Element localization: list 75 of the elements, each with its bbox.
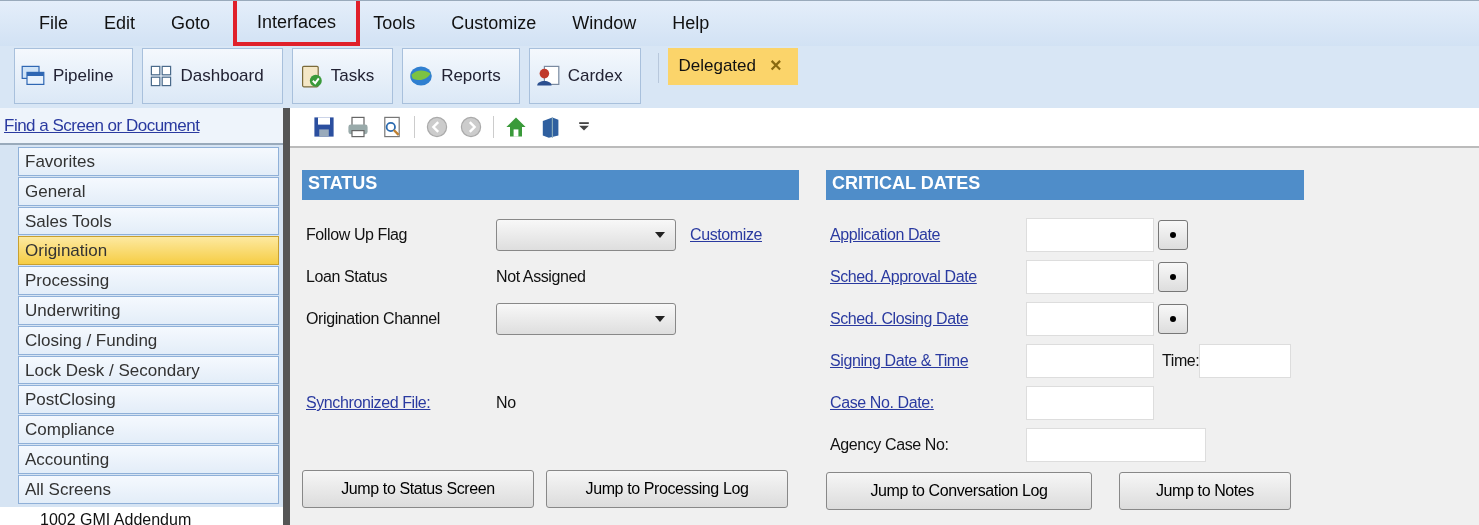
home-icon[interactable] [504,115,528,139]
sidebar-item[interactable]: Underwriting [18,296,279,325]
input-field[interactable] [1026,344,1154,378]
screen-list-item[interactable]: 1002 GMI Addendum [0,506,283,525]
date-link[interactable]: Application Date [826,226,1026,244]
field-link[interactable]: Synchronized File: [302,394,496,412]
menu-item[interactable]: Edit [91,9,149,38]
date-link[interactable]: Sched. Closing Date [826,310,1026,328]
field-value: No [496,394,516,412]
field-label: Agency Case No: [829,436,950,454]
field-label: Origination Channel [305,310,441,328]
tab-label[interactable]: Delegated [678,55,756,76]
menu-item[interactable]: Goto [158,9,224,38]
dropdown-field[interactable] [496,219,676,251]
toolbar-button[interactable]: Tasks [291,48,394,104]
sidebar-item[interactable]: Lock Desk / Secondary [18,355,279,385]
menu-item[interactable]: File [26,9,81,38]
globe-icon [409,64,434,88]
sidebar-item[interactable]: Compliance [18,415,279,444]
sidebar-item[interactable]: General [18,176,279,206]
sidebar-item[interactable]: Favorites [18,147,279,176]
date-link[interactable]: Sched. Approval Date [826,268,1026,286]
caret-icon [655,316,665,322]
dot-icon [1170,232,1176,238]
save-icon[interactable] [312,115,336,139]
date-picker-button[interactable] [1158,262,1188,292]
menu-item[interactable]: Tools [360,9,429,38]
toolbar-button[interactable]: Cardex [528,48,642,104]
date-picker-button[interactable] [1158,304,1188,334]
sidebar-item[interactable]: PostClosing [18,385,279,415]
section-header: STATUS [302,170,799,200]
windows-icon [21,64,45,88]
sidebar-item[interactable]: Origination [18,236,279,266]
menu-item[interactable]: Help [659,9,723,38]
input-field[interactable] [1026,386,1154,420]
jump-button[interactable]: Jump to Processing Log [546,470,788,508]
toolbar-button[interactable]: Dashboard [141,48,283,104]
forward-icon[interactable] [459,115,483,139]
date-link[interactable]: Case No. Date: [826,394,1026,412]
menu-item[interactable]: Customize [438,9,550,38]
field-label: Follow Up Flag [305,226,409,244]
customize-link[interactable]: Customize [690,226,762,244]
close-button[interactable]: × [770,54,782,77]
section-header: CRITICAL DATES [826,170,1304,200]
field-label: Loan Status [305,268,388,286]
time-field[interactable] [1199,344,1292,378]
back-icon[interactable] [425,115,449,139]
jump-button[interactable]: Jump to Status Screen [302,470,534,508]
time-label: Time: [1162,352,1200,370]
caret-icon [655,232,665,238]
contact-card-icon [535,64,560,88]
input-field[interactable] [1026,302,1154,336]
dropdown-arrow-icon[interactable] [578,121,590,133]
toolbar-button[interactable]: Pipeline [14,48,133,104]
sidebar-item[interactable]: Closing / Funding [18,325,279,355]
grid-icon [148,64,173,88]
jump-button[interactable]: Jump to Conversation Log [826,472,1092,510]
date-link[interactable]: Signing Date & Time [826,352,1026,370]
jump-button[interactable]: Jump to Notes [1119,472,1291,510]
open-tab[interactable]: Delegated × [668,48,798,85]
sidebar-item[interactable]: Processing [18,266,279,295]
date-picker-button[interactable] [1158,220,1188,250]
input-field[interactable] [1026,260,1154,294]
dot-icon [1170,274,1176,280]
dot-icon [1170,316,1176,322]
menu-item[interactable]: Window [559,9,650,38]
sidebar-item[interactable]: Accounting [18,445,279,474]
field-value: Not Assigned [496,268,586,286]
print-icon[interactable] [346,115,370,139]
sidebar-item[interactable]: All Screens [18,474,279,504]
toolbar-button[interactable]: Reports [402,48,520,104]
input-field[interactable] [1026,218,1154,252]
input-field[interactable] [1026,428,1206,462]
sidebar-item[interactable]: Sales Tools [18,206,279,236]
dropdown-field[interactable] [496,303,676,335]
